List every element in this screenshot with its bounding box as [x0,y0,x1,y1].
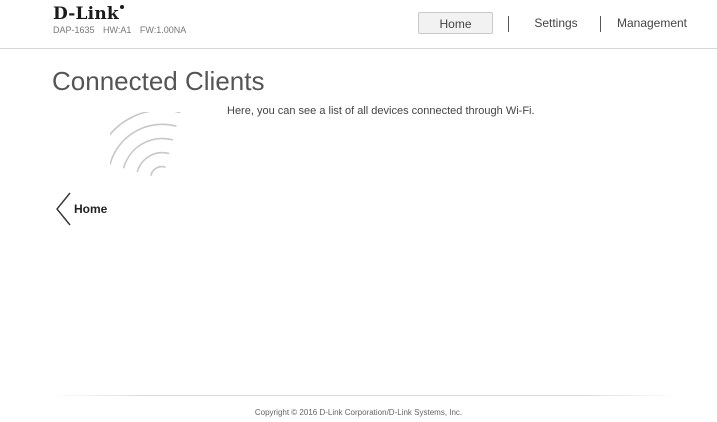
footer-divider [50,395,678,396]
nav-management[interactable]: Management [616,12,688,34]
dlink-logo: D-Link [53,4,124,24]
logo-text: D-Link [53,4,119,24]
wifi-icon [95,109,220,187]
header: D-Link DAP-1635 HW:A1 FW:1.00NA Home Set… [0,0,717,49]
logo-dot [119,5,124,9]
nav-home[interactable]: Home [418,12,493,34]
chevron-left-icon [56,192,71,226]
nav-divider [600,16,601,32]
device-info: DAP-1635 HW:A1 FW:1.00NA [53,25,192,35]
page: D-Link DAP-1635 HW:A1 FW:1.00NA Home Set… [0,0,717,422]
firmware-version: FW:1.00NA [139,25,187,35]
nav-divider [508,16,509,32]
model-number: DAP-1635 [53,25,95,35]
nav-settings[interactable]: Settings [526,12,586,34]
back-home-label: Home [74,202,108,216]
page-title: Connected Clients [52,66,265,96]
brand: D-Link DAP-1635 HW:A1 FW:1.00NA [53,4,192,35]
page-description: Here, you can see a list of all devices … [227,105,535,117]
copyright-text: Copyright © 2016 D-Link Corporation/D-Li… [254,408,463,417]
hardware-version: HW:A1 [103,25,132,35]
